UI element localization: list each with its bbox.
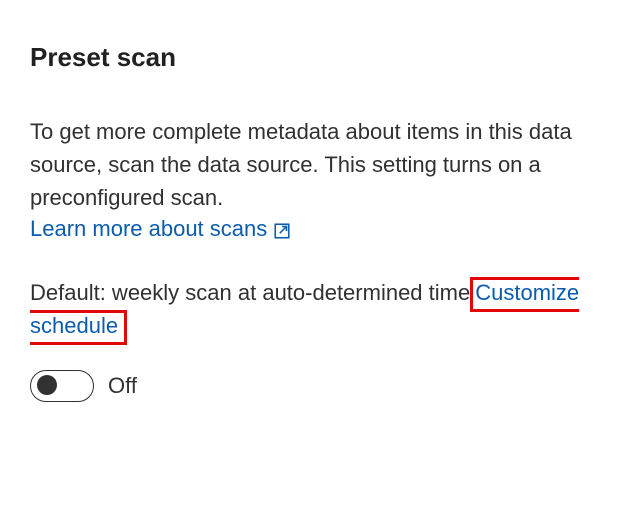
preset-scan-heading: Preset scan <box>30 42 591 73</box>
toggle-knob <box>37 375 57 395</box>
preset-scan-toggle[interactable] <box>30 370 94 402</box>
default-schedule-prefix: Default: weekly scan at auto-determined … <box>30 280 470 305</box>
preset-scan-description: To get more complete metadata about item… <box>30 115 591 214</box>
toggle-row: Off <box>30 370 591 402</box>
learn-more-link[interactable]: Learn more about scans <box>30 216 291 242</box>
toggle-state-label: Off <box>108 373 137 399</box>
learn-more-label: Learn more about scans <box>30 216 267 242</box>
default-schedule-text: Default: weekly scan at auto-determined … <box>30 276 591 342</box>
external-link-icon <box>273 220 291 238</box>
